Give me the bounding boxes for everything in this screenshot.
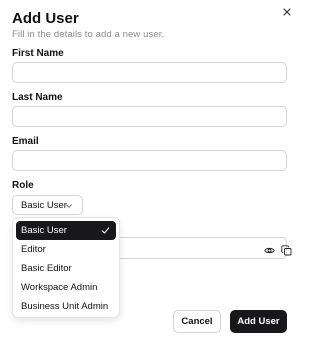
check-icon [101, 227, 110, 234]
first-name-label: First Name [12, 48, 64, 59]
role-option-workspace-admin[interactable]: Workspace Admin [16, 278, 116, 297]
last-name-input[interactable] [12, 106, 287, 127]
role-option-basic-editor[interactable]: Basic Editor [16, 259, 116, 278]
role-dropdown-menu: Basic User Editor Basic Editor Workspace… [12, 217, 120, 318]
role-option-label: Basic User [21, 225, 67, 236]
role-option-business-unit-admin[interactable]: Business Unit Admin [16, 297, 116, 316]
eye-icon [264, 247, 275, 254]
show-password-button[interactable] [264, 243, 275, 254]
first-name-input[interactable] [12, 62, 287, 83]
dialog-title: Add User [12, 10, 79, 27]
cancel-button[interactable]: Cancel [173, 310, 221, 333]
role-option-editor[interactable]: Editor [16, 240, 116, 259]
chevron-down-icon [66, 204, 72, 208]
role-option-basic-user[interactable]: Basic User [16, 221, 116, 240]
add-user-dialog: Add User Fill in the details to add a ne… [0, 0, 300, 345]
email-label: Email [12, 136, 39, 147]
close-button[interactable] [280, 5, 294, 19]
copy-icon [281, 245, 292, 256]
role-option-label: Basic Editor [21, 263, 72, 274]
role-option-label: Business Unit Admin [21, 301, 109, 312]
role-label: Role [12, 180, 34, 191]
role-select-value: Basic User [21, 199, 67, 211]
email-input[interactable] [12, 150, 287, 171]
dialog-subtitle: Fill in the details to add a new user. [12, 29, 165, 40]
last-name-label: Last Name [12, 92, 63, 103]
role-option-label: Workspace Admin [21, 282, 98, 293]
role-option-label: Editor [21, 244, 46, 255]
copy-password-button[interactable] [281, 243, 292, 256]
close-icon [283, 8, 291, 16]
role-select[interactable]: Basic User [12, 195, 83, 215]
add-user-button[interactable]: Add User [230, 310, 287, 333]
